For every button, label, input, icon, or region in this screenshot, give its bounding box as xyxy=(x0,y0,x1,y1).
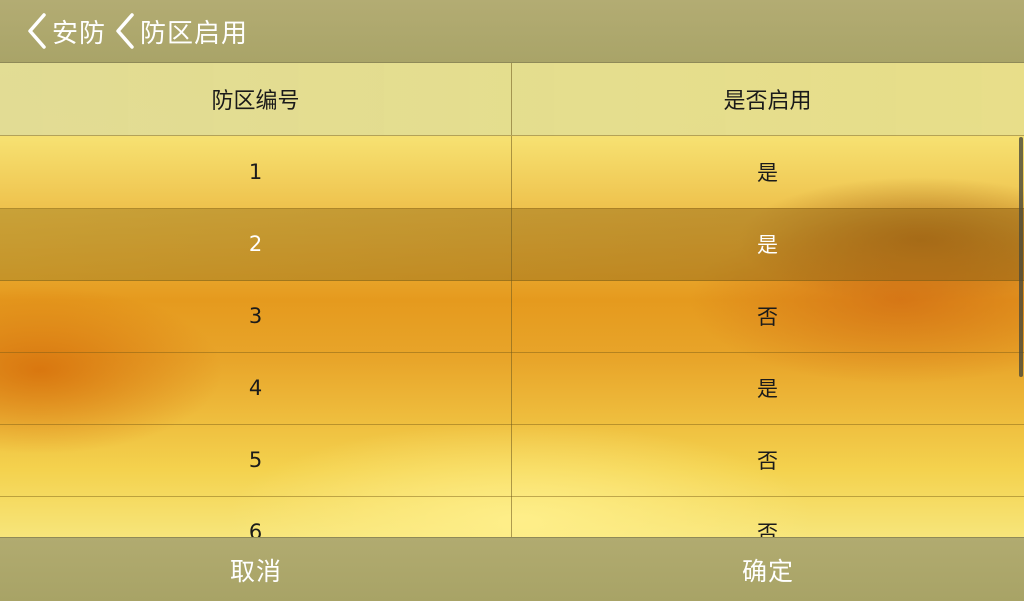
bottom-action-bar: 取消 确定 xyxy=(0,537,1024,601)
table-scrollbar[interactable] xyxy=(1019,137,1023,377)
back-button[interactable]: 安防 xyxy=(22,0,106,62)
page-title: 防区启用 xyxy=(110,0,248,62)
zone-number: 4 xyxy=(0,352,512,424)
chevron-left-icon xyxy=(110,11,140,51)
zone-enabled-value[interactable]: 是 xyxy=(512,208,1023,280)
confirm-button[interactable]: 确定 xyxy=(512,538,1024,601)
top-nav-bar: 安防 防区启用 xyxy=(0,0,1024,63)
table-row[interactable]: 1 是 xyxy=(0,136,1024,209)
table-row[interactable]: 3 否 xyxy=(0,280,1024,353)
zone-enabled-value[interactable]: 是 xyxy=(512,352,1023,424)
back-label: 安防 xyxy=(52,18,107,49)
table-header: 防区编号 是否启用 xyxy=(0,63,1024,136)
zone-number: 3 xyxy=(0,280,512,352)
chevron-left-icon xyxy=(22,11,52,51)
table-row[interactable]: 4 是 xyxy=(0,352,1024,425)
zone-enabled-value[interactable]: 否 xyxy=(512,424,1023,496)
table-row-selected[interactable]: 2 是 xyxy=(0,208,1024,281)
zone-number: 6 xyxy=(0,496,512,537)
cancel-button[interactable]: 取消 xyxy=(0,538,512,601)
zone-table: 防区编号 是否启用 1 是 2 是 3 否 4 是 5 否 6 否 xyxy=(0,63,1024,537)
page-title-label: 防区启用 xyxy=(140,18,249,49)
zone-number: 5 xyxy=(0,424,512,496)
column-header-enabled: 是否启用 xyxy=(723,89,812,114)
zone-enabled-value[interactable]: 是 xyxy=(512,136,1023,208)
table-row[interactable]: 6 否 xyxy=(0,496,1024,537)
table-row[interactable]: 5 否 xyxy=(0,424,1024,497)
column-header-zone: 防区编号 xyxy=(0,63,512,135)
zone-number: 2 xyxy=(0,208,512,280)
zone-enabled-value[interactable]: 否 xyxy=(512,280,1023,352)
zone-number: 1 xyxy=(0,136,512,208)
zone-enabled-value[interactable]: 否 xyxy=(512,496,1023,537)
